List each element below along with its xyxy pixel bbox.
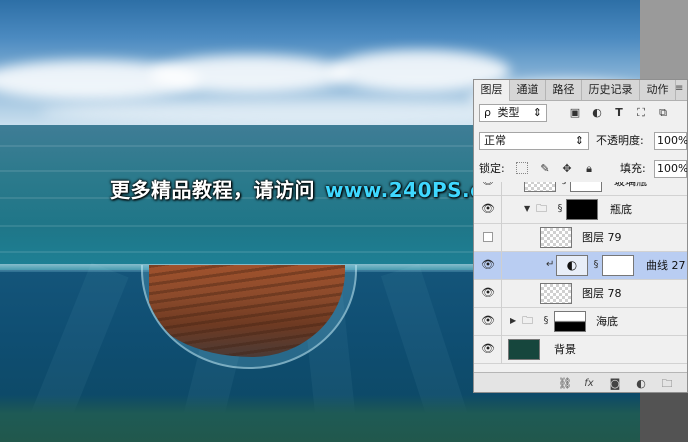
filter-adjustment-icon[interactable]: ◐	[590, 106, 604, 120]
watermark: 更多精品教程，请访问 www.240PS.com	[110, 174, 518, 203]
layer-name: 图层 78	[582, 287, 622, 300]
layer-row[interactable]: 图层 79	[474, 224, 687, 252]
blend-row: 正常 ⇕ 不透明度: 100%	[474, 132, 687, 152]
eye-icon[interactable]: 👁︎	[481, 287, 495, 299]
tab-history[interactable]: 历史记录	[582, 80, 640, 100]
lock-move-icon[interactable]: ✥	[560, 162, 574, 176]
tab-paths[interactable]: 路径	[546, 80, 582, 100]
panel-bottom-toolbar: ⛓ fx ◙ ◐ 🗀	[474, 372, 687, 392]
layer-mask-thumbnail	[602, 255, 634, 276]
layer-thumbnail	[524, 182, 556, 192]
link-icon[interactable]: §	[560, 182, 568, 187]
filter-smart-object-icon[interactable]: ⧉	[656, 106, 670, 120]
filter-pixel-icon[interactable]: ▣	[568, 106, 582, 120]
layer-name: 图层 79	[582, 231, 622, 244]
layer-row[interactable]: 👁︎ 图层 78	[474, 280, 687, 308]
layer-mask-thumbnail	[570, 182, 602, 192]
folder-icon: 🗀	[522, 314, 533, 327]
curves-adjustment-icon: ◐	[556, 255, 588, 276]
blend-mode-value: 正常	[484, 134, 506, 147]
tab-channels[interactable]: 通道	[510, 80, 546, 100]
search-icon: ρ	[484, 106, 491, 119]
add-mask-icon[interactable]: ◙	[608, 377, 622, 391]
link-icon[interactable]: §	[556, 203, 564, 215]
collapse-triangle-icon[interactable]: ▶	[510, 317, 518, 325]
layer-name: 瓶底	[610, 203, 632, 216]
link-icon[interactable]: §	[542, 315, 550, 327]
layer-name: 曲线 27	[646, 259, 686, 272]
chevron-updown-icon: ⇕	[574, 134, 584, 147]
filter-type-select[interactable]: ρ 类型 ⇕	[479, 104, 547, 122]
lock-all-icon[interactable]: 🔒︎	[582, 162, 596, 176]
layer-mask-thumbnail	[554, 311, 586, 332]
layer-row[interactable]: 👁︎ § 玻璃瓶	[474, 182, 687, 196]
layer-row-selected[interactable]: 👁︎ ↵ ◐ § 曲线 27	[474, 252, 687, 280]
layers-list: 👁︎ § 玻璃瓶 👁︎ ▼ 🗀 § 瓶底 图层 79 👁︎	[474, 182, 687, 372]
panel-tabs: 图层 通道 路径 历史记录 动作 ≡	[474, 80, 687, 101]
filter-type-label: 类型	[497, 106, 520, 119]
layer-thumbnail	[540, 227, 572, 248]
expand-triangle-icon[interactable]: ▼	[524, 205, 532, 213]
eye-icon[interactable]: 👁︎	[481, 182, 495, 187]
eye-icon[interactable]: 👁︎	[481, 343, 495, 355]
fx-icon[interactable]: fx	[582, 377, 596, 391]
opacity-input[interactable]: 100%	[654, 132, 687, 150]
chevron-updown-icon: ⇕	[532, 106, 542, 119]
layer-name: 海底	[596, 315, 618, 328]
rock-cross-section	[149, 265, 345, 357]
layer-thumbnail	[540, 283, 572, 304]
layer-name: 背景	[554, 343, 576, 356]
hidden-visibility-box[interactable]	[483, 232, 493, 242]
layer-row[interactable]: 👁︎ ▶ 🗀 § 海底	[474, 308, 687, 336]
panel-menu-icon[interactable]: ≡	[675, 84, 685, 94]
watermark-text: 更多精品教程，请访问	[110, 178, 315, 202]
lock-brush-icon[interactable]: ✎	[538, 162, 552, 176]
seafloor	[0, 395, 640, 442]
adjustment-icon[interactable]: ◐	[634, 377, 648, 391]
link-layers-icon[interactable]: ⛓	[558, 377, 572, 391]
lock-transparent-icon[interactable]	[516, 162, 528, 174]
layer-name: 玻璃瓶	[614, 182, 647, 190]
workspace-shadow	[640, 385, 688, 442]
filter-shape-icon[interactable]: ⛶	[634, 106, 648, 120]
new-group-icon[interactable]: 🗀	[660, 377, 674, 391]
layer-row[interactable]: 👁︎ ▼ 🗀 § 瓶底	[474, 196, 687, 224]
folder-icon: 🗀	[536, 202, 547, 215]
lock-label: 锁定:	[479, 162, 505, 175]
lock-row: 锁定: ✎ ✥ 🔒︎ 填充: 100%	[474, 160, 687, 180]
eye-icon[interactable]: 👁︎	[481, 203, 495, 215]
fill-input[interactable]: 100%	[654, 160, 687, 178]
blend-mode-select[interactable]: 正常 ⇕	[479, 132, 589, 150]
tab-actions[interactable]: 动作	[640, 80, 676, 100]
link-icon[interactable]: §	[592, 259, 600, 271]
layers-panel[interactable]: 图层 通道 路径 历史记录 动作 ≡ ρ 类型 ⇕ ▣ ◐ T ⛶ ⧉ 正常 ⇕…	[473, 79, 688, 393]
filter-type-icon[interactable]: T	[612, 106, 626, 120]
eye-icon[interactable]: 👁︎	[481, 259, 495, 271]
fill-label: 填充:	[620, 162, 646, 175]
clipping-arrow-icon: ↵	[546, 259, 555, 270]
cloud	[150, 55, 350, 93]
layer-mask-thumbnail	[566, 199, 598, 220]
tab-layers[interactable]: 图层	[474, 80, 510, 101]
eye-icon[interactable]: 👁︎	[481, 315, 495, 327]
opacity-label: 不透明度:	[596, 134, 644, 147]
layer-thumbnail	[508, 339, 540, 360]
layer-row[interactable]: 👁︎ 背景	[474, 336, 687, 364]
filter-row: ρ 类型 ⇕ ▣ ◐ T ⛶ ⧉	[474, 104, 687, 124]
